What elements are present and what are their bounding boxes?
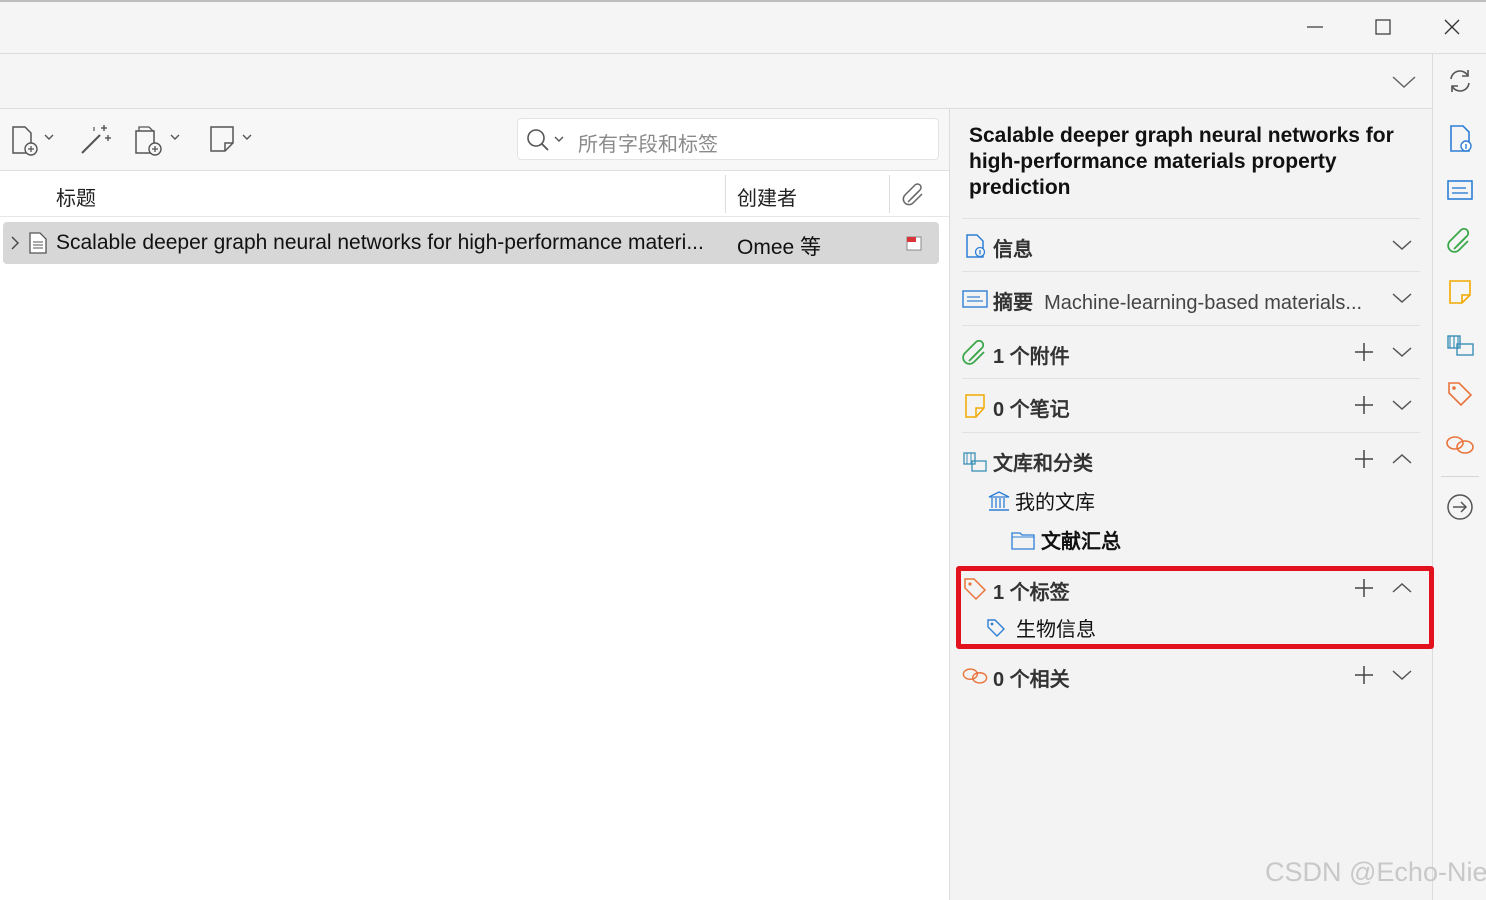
attachment-icon [962,340,988,366]
library-icon [988,490,1010,512]
column-title[interactable]: 标题 [56,182,96,211]
collection-name: 文献汇总 [1041,531,1121,553]
note-icon [962,393,988,419]
section-libraries-collections[interactable]: 文库和分类 我的文库 文献汇总 [962,432,1420,554]
add-related-plus-icon[interactable] [1352,663,1376,687]
titlebar-top-border [0,0,1486,2]
libraries-collections-icon[interactable] [1445,328,1475,358]
libraries-collections-icon [962,447,988,473]
section-abstract[interactable]: 摘要 Machine-learning-based materials... [962,271,1420,323]
search-icon[interactable] [524,127,570,153]
attachments-section-icon[interactable] [1445,226,1475,256]
chevron-down-icon[interactable] [1390,68,1418,96]
notes-section-icon[interactable] [1445,277,1475,307]
chevron-down-icon[interactable] [1390,663,1414,687]
sync-icon[interactable] [1445,66,1475,96]
tab-bar [0,54,1432,109]
item-title: Scalable deeper graph neural networks fo… [56,231,704,254]
locate-icon[interactable] [1445,492,1475,522]
search-field[interactable]: 所有字段和标签 [517,118,939,160]
abstract-icon [962,286,988,312]
chevron-up-icon[interactable] [1390,447,1414,471]
section-attachments[interactable]: 1 个附件 [962,325,1420,377]
chevron-down-icon[interactable] [1390,393,1414,417]
section-info-label: 信息 [993,239,1033,261]
minimize-icon[interactable] [1300,12,1330,42]
close-icon[interactable] [1437,12,1467,42]
add-by-identifier-button[interactable] [78,123,114,157]
add-to-collection-plus-icon[interactable] [1352,447,1376,471]
library-name: 我的文库 [1015,492,1095,514]
tags-section-icon[interactable] [1445,379,1475,409]
tags-highlight-box [956,566,1434,649]
add-attachment-plus-icon[interactable] [1352,340,1376,364]
rail-divider [1441,476,1479,477]
collection-row[interactable]: 文献汇总 [1011,525,1121,554]
section-notes[interactable]: 0 个笔记 [962,378,1420,430]
item-creator: Omee 等 [737,236,822,259]
side-nav-rail [1432,54,1486,900]
related-section-icon[interactable] [1445,430,1475,460]
add-attachment-button[interactable] [133,123,183,157]
pdf-attachment-icon[interactable] [905,234,923,252]
add-note-plus-icon[interactable] [1352,393,1376,417]
chevron-down-icon[interactable] [1390,340,1414,364]
section-attachments-label: 1 个附件 [993,346,1070,368]
table-row[interactable]: Scalable deeper graph neural networks fo… [3,222,939,264]
column-separator[interactable] [889,175,890,213]
column-creator[interactable]: 创建者 [737,182,797,211]
folder-icon [1011,530,1035,550]
item-pane: Scalable deeper graph neural networks fo… [950,109,1432,900]
info-icon [962,233,988,259]
section-info[interactable]: 信息 [962,218,1420,270]
column-separator[interactable] [725,175,726,213]
abstract-section-icon[interactable] [1445,175,1475,205]
items-column-header: 标题 创建者 [0,171,950,217]
window-titlebar [0,0,1486,54]
section-related[interactable]: 0 个相关 [962,649,1420,701]
chevron-down-icon[interactable] [1390,286,1414,310]
search-placeholder: 所有字段和标签 [578,134,718,156]
section-libraries-label: 文库和分类 [993,453,1093,475]
paperclip-icon[interactable] [902,182,926,206]
related-icon [962,663,988,689]
maximize-icon[interactable] [1368,12,1398,42]
section-notes-label: 0 个笔记 [993,399,1070,421]
chevron-right-icon[interactable] [9,235,21,251]
new-note-button[interactable] [208,123,258,157]
abstract-preview: Machine-learning-based materials... [1044,292,1363,314]
library-row[interactable]: 我的文库 [988,486,1095,515]
item-pane-title[interactable]: Scalable deeper graph neural networks fo… [969,123,1409,201]
section-related-label: 0 个相关 [993,669,1070,691]
section-abstract-label: 摘要 [993,292,1033,314]
chevron-down-icon[interactable] [1390,233,1414,257]
info-section-icon[interactable] [1445,124,1475,154]
journal-article-icon [28,232,48,254]
items-toolbar: 所有字段和标签 [0,109,950,171]
watermark: CSDN @Echo-Nie [1265,857,1486,887]
new-item-button[interactable] [10,123,58,157]
